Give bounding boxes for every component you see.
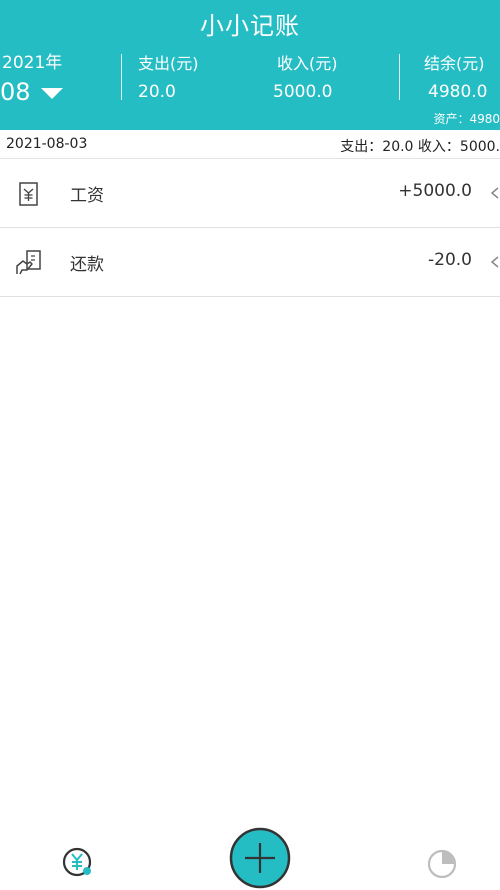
month-picker[interactable]: 08 — [0, 78, 63, 106]
header-bar: 小小记账 2021年 08 支出(元) 20.0 收入(元) 5000.0 结余… — [0, 0, 500, 130]
day-summary-row: 2021-08-03 支出：20.0 收入：5000. — [0, 130, 500, 159]
record-amount: -20.0 — [428, 250, 472, 270]
record-item-repayment[interactable]: 还款 -20.0 — [0, 228, 500, 297]
chevron-left-icon — [490, 256, 499, 268]
expense-label: 支出(元) — [138, 54, 199, 73]
balance-value: 4980.0 — [428, 82, 488, 102]
yuan-coin-icon[interactable] — [59, 844, 95, 880]
day-date: 2021-08-03 — [6, 136, 88, 152]
year-label[interactable]: 2021年 — [2, 48, 62, 73]
repayment-hand-icon — [16, 250, 41, 275]
add-plus-icon[interactable] — [228, 826, 292, 890]
record-item-salary[interactable]: 工资 +5000.0 — [0, 159, 500, 228]
salary-yuan-icon — [19, 182, 38, 206]
chevron-left-icon — [490, 187, 499, 199]
bottom-nav — [0, 827, 500, 890]
day-totals: 支出：20.0 收入：5000. — [340, 139, 500, 155]
pie-chart-icon[interactable] — [424, 846, 460, 882]
dropdown-triangle-icon — [40, 87, 63, 99]
app-title: 小小记账 — [200, 12, 300, 40]
month-value: 08 — [0, 78, 31, 106]
income-value: 5000.0 — [273, 82, 333, 102]
assets-total: 资产：4980 — [433, 112, 500, 126]
income-label: 收入(元) — [277, 54, 338, 73]
record-name: 工资 — [70, 186, 104, 206]
header-divider — [121, 54, 122, 100]
balance-label: 结余(元) — [424, 54, 485, 73]
expense-value: 20.0 — [138, 82, 176, 102]
record-amount: +5000.0 — [398, 181, 472, 201]
header-divider — [399, 54, 400, 100]
record-name: 还款 — [70, 255, 104, 275]
